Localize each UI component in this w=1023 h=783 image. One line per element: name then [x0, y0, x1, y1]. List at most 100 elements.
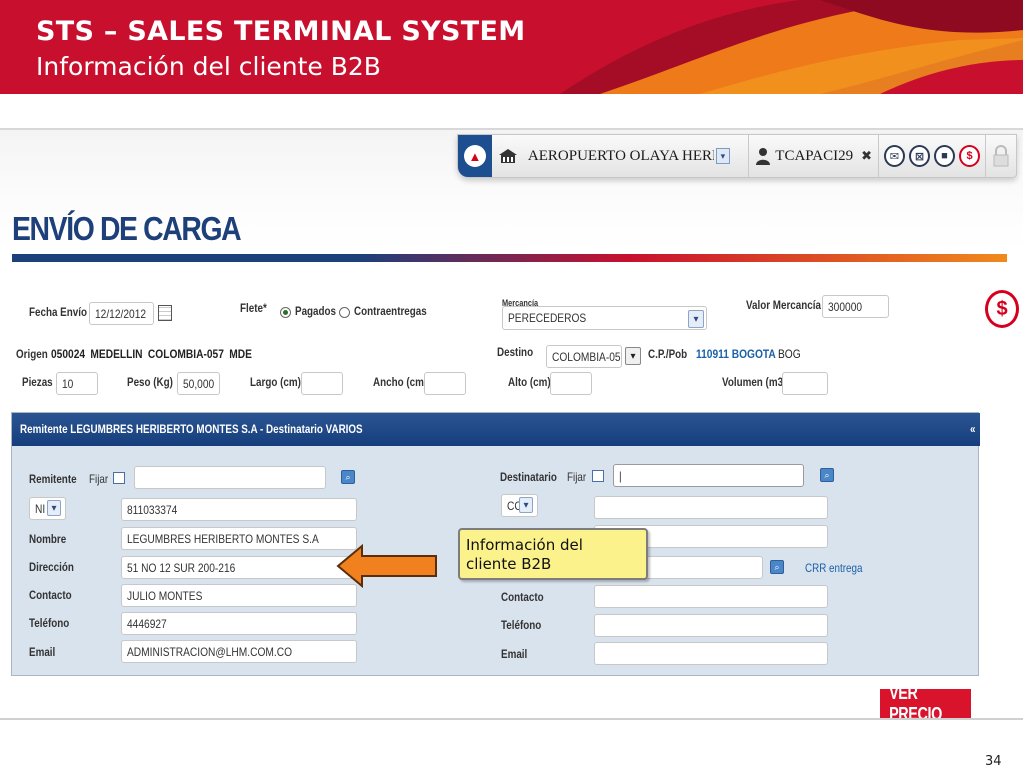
alto-field[interactable] — [550, 372, 592, 395]
remitente-email-value: ADMINISTRACION@LHM.COM.CO — [127, 645, 293, 659]
remitente-email-field[interactable]: ADMINISTRACION@LHM.COM.CO — [121, 640, 357, 663]
remitente-doc-number: 811033374 — [127, 503, 178, 517]
remitente-nombre-field[interactable]: LEGUMBRES HERIBERTO MONTES S.A — [121, 527, 357, 550]
callout-box: Información del cliente B2B — [458, 528, 648, 580]
cp-pob-value: 110911 BOGOTA — [696, 347, 776, 361]
destinatario-email-field[interactable] — [594, 642, 828, 665]
destinatario-direccion-search-icon[interactable]: ⌕ — [770, 560, 784, 574]
remitente-contacto-value: JULIO MONTES — [127, 589, 203, 603]
remitente-fijar-checkbox[interactable] — [113, 472, 125, 484]
dollar-icon[interactable]: $ — [959, 145, 980, 167]
peso-label: Peso (Kg) — [127, 375, 173, 389]
origen-value: 050024 MEDELLIN COLOMBIA-057 MDE — [51, 347, 252, 361]
remitente-search-icon[interactable]: ⌕ — [341, 470, 355, 484]
peso-field[interactable]: 50,000 — [177, 372, 220, 395]
pagados-radio[interactable] — [280, 307, 291, 318]
ver-precio-button[interactable]: VER PRECIO — [880, 683, 971, 724]
largo-field[interactable] — [301, 372, 343, 395]
callout-line-2: cliente B2B — [466, 555, 552, 573]
logo-mark-icon: ▲ — [463, 145, 486, 167]
remitente-fijar-label: Fijar — [89, 472, 109, 486]
alto-label: Alto (cm) — [508, 375, 551, 389]
lock-icon[interactable] — [992, 145, 1010, 167]
piezas-value: 10 — [62, 377, 74, 391]
messages-icon[interactable]: ✉ — [884, 145, 905, 167]
destinatario-contacto-label: Contacto — [501, 590, 544, 604]
destinatario-search-input[interactable]: | — [613, 464, 804, 487]
title-underline — [12, 254, 1007, 262]
location-label: AEROPUERTO OLAYA HERRE — [527, 147, 714, 164]
mercancia-select[interactable]: PERECEDEROS — [502, 306, 707, 330]
remitente-direccion-value: 51 NO 12 SUR 200-216 — [127, 561, 236, 575]
remitente-doc-type-dropdown-icon[interactable]: ▾ — [47, 500, 61, 516]
remitente-contacto-label: Contacto — [29, 588, 72, 602]
cp-pob-label: C.P./Pob — [648, 347, 688, 361]
destino-label: Destino — [497, 345, 534, 359]
origen-label: Origen — [16, 347, 48, 361]
piezas-label: Piezas — [22, 375, 53, 389]
panel-header[interactable]: Remitente LEGUMBRES HERIBERTO MONTES S.A… — [12, 413, 980, 446]
peso-value: 50,000 — [183, 377, 215, 391]
slide-number: 34 — [985, 754, 1002, 769]
largo-label: Largo (cm) — [250, 375, 301, 389]
valor-mercancia-field[interactable]: 300000 — [822, 295, 889, 318]
collapse-icon[interactable]: « — [970, 422, 975, 436]
pagados-label: Pagados — [295, 304, 337, 318]
airline-logo[interactable]: ▲ — [458, 135, 492, 177]
destinatario-doc-number-field[interactable] — [594, 496, 828, 519]
volumen-label: Volumen (m3) — [722, 375, 787, 389]
destino-dropdown-icon[interactable]: ▾ — [625, 347, 641, 365]
remitente-direccion-field[interactable]: 51 NO 12 SUR 200-216 — [121, 556, 357, 579]
remitente-search-input[interactable] — [134, 466, 326, 489]
location-dropdown-icon[interactable]: ▾ — [715, 148, 730, 164]
price-dollar-icon[interactable]: $ — [985, 290, 1019, 328]
slide-banner: STS – SALES TERMINAL SYSTEM Información … — [0, 0, 1023, 94]
fecha-envio-value: 12/12/2012 — [95, 307, 147, 321]
top-toolbar: ▲ AEROPUERTO OLAYA HERRE ▾ TCAPACI29 ✖ ✉… — [457, 134, 1017, 178]
logout-icon[interactable]: ✖ — [861, 148, 872, 164]
destinatario-doc-type-dropdown-icon[interactable]: ▾ — [519, 497, 533, 513]
remitente-contacto-field[interactable]: JULIO MONTES — [121, 584, 357, 607]
destino-value: COLOMBIA-05 — [552, 350, 621, 364]
toolbar-actions: ✉ ⊠ ■ $ — [879, 135, 986, 177]
piezas-field[interactable]: 10 — [56, 372, 98, 395]
remitente-doc-number-field[interactable]: 811033374 — [121, 498, 357, 521]
mail-icon[interactable]: ⊠ — [909, 145, 930, 167]
remitente-telefono-field[interactable]: 4446927 — [121, 612, 357, 635]
location-selector[interactable]: AEROPUERTO OLAYA HERRE ▾ — [492, 135, 750, 177]
callout-arrow-icon — [336, 544, 437, 588]
destinatario-fijar-checkbox[interactable] — [592, 470, 604, 482]
remitente-nombre-value: LEGUMBRES HERIBERTO MONTES S.A — [127, 532, 319, 546]
slide-subtitle: Información del cliente B2B — [36, 52, 381, 81]
destinatario-email-label: Email — [501, 647, 528, 661]
destinatario-search-icon[interactable]: ⌕ — [820, 468, 834, 482]
fecha-envio-label: Fecha Envío — [29, 305, 87, 319]
remitente-email-label: Email — [29, 645, 56, 659]
destino-select[interactable]: COLOMBIA-05 — [546, 345, 622, 368]
contraentregas-radio[interactable] — [339, 307, 350, 318]
user-section: TCAPACI29 ✖ — [749, 135, 879, 177]
remitente-telefono-value: 4446927 — [127, 617, 167, 631]
destinatario-fijar-label: Fijar — [567, 470, 587, 484]
lock-section — [986, 135, 1016, 177]
panel-header-text: Remitente LEGUMBRES HERIBERTO MONTES S.A… — [20, 422, 363, 436]
destinatario-telefono-field[interactable] — [594, 614, 828, 637]
valor-mercancia-label: Valor Mercancía — [746, 298, 821, 312]
fecha-envio-field[interactable]: 12/12/2012 — [89, 302, 154, 325]
bag-icon[interactable]: ■ — [934, 145, 955, 167]
destinatario-title: Destinatario — [500, 470, 557, 484]
cp-pob-code: BOG — [778, 347, 801, 361]
mercancia-dropdown-icon[interactable]: ▾ — [688, 310, 704, 328]
ancho-label: Ancho (cm) — [373, 375, 428, 389]
remitente-telefono-label: Teléfono — [29, 616, 70, 630]
building-icon — [498, 149, 517, 163]
calendar-icon[interactable] — [158, 305, 172, 321]
volumen-field[interactable] — [782, 372, 828, 395]
destinatario-contacto-field[interactable] — [594, 585, 828, 608]
crr-entrega-link[interactable]: CRR entrega — [805, 561, 862, 575]
remitente-nombre-label: Nombre — [29, 532, 67, 546]
contraentregas-label: Contraentregas — [354, 304, 427, 318]
valor-mercancia-value: 300000 — [828, 300, 863, 314]
ancho-field[interactable] — [424, 372, 466, 395]
remitente-direccion-label: Dirección — [29, 560, 74, 574]
